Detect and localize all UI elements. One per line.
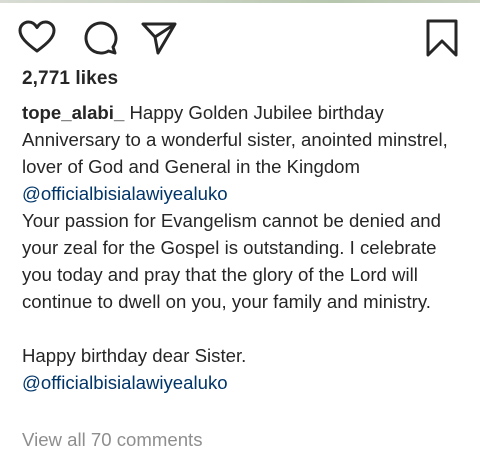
comment-icon[interactable]: [82, 20, 118, 56]
caption-mention-1[interactable]: @officialbisialawiyealuko: [22, 183, 228, 204]
caption-paragraph-1: tope_alabi_ Happy Golden Jubilee birthda…: [22, 99, 462, 207]
bookmark-icon[interactable]: [424, 18, 460, 58]
caption-paragraph-2: Your passion for Evangelism cannot be de…: [22, 210, 441, 312]
view-all-comments-link[interactable]: View all 70 comments: [22, 428, 203, 452]
caption-username[interactable]: tope_alabi_: [22, 102, 124, 123]
likes-count[interactable]: 2,771 likes: [22, 68, 118, 90]
image-bottom-edge: [0, 0, 480, 3]
post-caption: tope_alabi_ Happy Golden Jubilee birthda…: [22, 99, 462, 396]
caption-mention-2[interactable]: @officialbisialawiyealuko: [22, 369, 462, 396]
caption-paragraph-3: Happy birthday dear Sister.: [22, 345, 247, 366]
caption-line-break: [22, 315, 462, 342]
paper-plane-icon[interactable]: [140, 20, 178, 56]
heart-icon[interactable]: [18, 20, 56, 54]
post-action-bar: [0, 14, 480, 62]
